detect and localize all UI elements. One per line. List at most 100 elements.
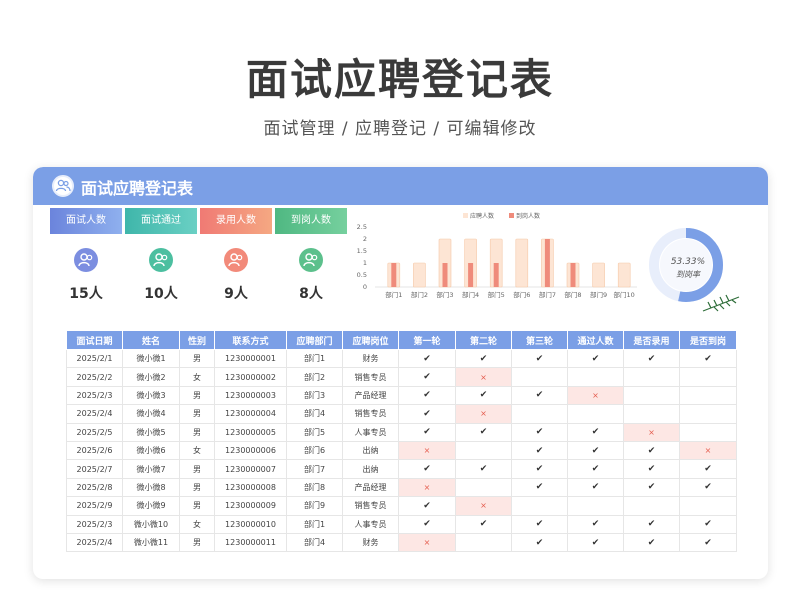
legend-swatch	[509, 213, 514, 218]
table-cell: 2025/2/9	[66, 496, 123, 516]
table-cell: ✔	[567, 422, 624, 442]
table-cell: 1230000002	[214, 367, 287, 387]
column-header: 性别	[179, 330, 215, 350]
x-tick-label: 部门9	[590, 290, 607, 299]
table-cell: 部门1	[286, 514, 343, 534]
x-tick-label: 部门3	[436, 290, 453, 299]
table-row: 2025/2/4 微小微11 男 1230000011 部门4 财务 × ✔ ✔ ✔ ✔	[66, 532, 737, 553]
table-cell: 销售专员	[342, 496, 399, 516]
table-cell: 微小微5	[122, 422, 180, 442]
table-cell	[511, 404, 568, 424]
y-tick-label: 1.5	[357, 247, 367, 255]
stat-value: 8人	[299, 286, 323, 302]
table-cell: 微小微8	[122, 477, 180, 498]
table-cell: 部门8	[286, 477, 343, 498]
table-cell: 1230000010	[214, 514, 287, 534]
table-cell: 微小微7	[122, 459, 180, 479]
table-cell: 1230000003	[214, 385, 287, 406]
table-cell: 1230000001	[214, 348, 287, 369]
table-cell: 女	[179, 367, 215, 387]
table-cell: 2025/2/6	[66, 440, 123, 461]
table-row: 2025/2/2 微小微2 女 1230000002 部门2 销售专员 ✔ ×	[66, 367, 737, 387]
table-cell: 1230000008	[214, 477, 287, 498]
table-cell: 销售专员	[342, 367, 399, 387]
stat-hired: 录用人数 9人	[200, 208, 272, 308]
table-cell: 1230000004	[214, 404, 287, 424]
table-cell: 微小微6	[122, 440, 180, 461]
table-cell: ✔	[398, 367, 456, 387]
x-tick-label: 部门6	[513, 290, 530, 299]
stat-value: 9人	[224, 286, 248, 302]
stat-label: 面试通过	[125, 208, 197, 234]
table-cell: 部门9	[286, 496, 343, 516]
table-cell: 产品经理	[342, 385, 399, 406]
table-cell	[679, 496, 737, 516]
table-cell	[679, 404, 737, 424]
column-header: 联系方式	[214, 330, 287, 350]
table-cell: ✔	[398, 348, 456, 369]
table-cell: ×	[398, 440, 456, 461]
legend-label: 应聘人数	[470, 212, 494, 220]
people-icon	[224, 248, 248, 272]
x-tick-label: 部门2	[411, 290, 428, 299]
table-cell: 男	[179, 496, 215, 516]
bar-applicants	[617, 262, 631, 288]
table-cell: 产品经理	[342, 477, 399, 498]
x-tick-label: 部门7	[539, 290, 556, 299]
table-cell	[511, 496, 568, 516]
table-cell	[567, 404, 624, 424]
table-cell: ✔	[567, 459, 624, 479]
table-cell: ×	[623, 422, 680, 442]
table-cell: 2025/2/4	[66, 532, 123, 553]
table-cell: 男	[179, 348, 215, 369]
table-cell: ✔	[679, 348, 737, 369]
bar-onboarded	[468, 263, 474, 287]
table-cell: ✔	[623, 459, 680, 479]
table-cell: 男	[179, 459, 215, 479]
table-cell: ✔	[679, 514, 737, 534]
table-cell: ✔	[679, 459, 737, 479]
table-cell	[623, 496, 680, 516]
table-row: 2025/2/4 微小微4 男 1230000004 部门4 销售专员 ✔ ×	[66, 404, 737, 424]
people-icon	[149, 248, 173, 272]
table-cell: ✔	[623, 514, 680, 534]
table-cell: 人事专员	[342, 514, 399, 534]
page-subtitle: 面试管理 / 应聘登记 / 可编辑修改	[263, 119, 537, 139]
table-cell: ×	[567, 385, 624, 406]
table-cell: 微小微11	[122, 532, 180, 553]
table-cell: 微小微1	[122, 348, 180, 369]
table-cell: ×	[455, 367, 512, 387]
x-tick-label: 部门10	[614, 290, 635, 299]
table-cell: ×	[679, 440, 737, 461]
table-cell: ✔	[679, 532, 737, 553]
table-cell: 1230000007	[214, 459, 287, 479]
legend-swatch	[463, 213, 468, 218]
bar-applicants	[515, 238, 529, 288]
x-tick-label: 部门8	[564, 290, 581, 299]
table-cell: ✔	[511, 440, 568, 461]
table-cell: ✔	[567, 532, 624, 553]
table-cell: 财务	[342, 348, 399, 369]
table-cell: 2025/2/7	[66, 459, 123, 479]
bar-applicants	[592, 262, 605, 288]
table-row: 2025/2/3 微小微10 女 1230000010 部门1 人事专员 ✔ ✔ ✔ ✔ ✔ ✔	[66, 514, 737, 534]
table-cell	[567, 367, 624, 387]
table-cell	[623, 404, 680, 424]
table-cell: 出纳	[342, 459, 399, 479]
table-cell: ×	[455, 404, 512, 424]
table-cell: ✔	[455, 348, 512, 369]
table-cell: 微小微10	[122, 514, 180, 534]
table-cell: ✔	[623, 348, 680, 369]
table-cell: 部门1	[286, 348, 343, 369]
table-cell	[679, 385, 737, 406]
table-cell	[623, 385, 680, 406]
column-header: 面试日期	[66, 330, 123, 350]
table-cell: 微小微2	[122, 367, 180, 387]
table-cell: ✔	[455, 514, 512, 534]
table-cell: 出纳	[342, 440, 399, 461]
x-tick-label: 部门1	[385, 290, 402, 299]
table-cell: ✔	[398, 496, 456, 516]
table-cell	[679, 367, 737, 387]
legend-label: 到岗人数	[516, 212, 540, 220]
y-tick-label: 0	[363, 283, 367, 291]
